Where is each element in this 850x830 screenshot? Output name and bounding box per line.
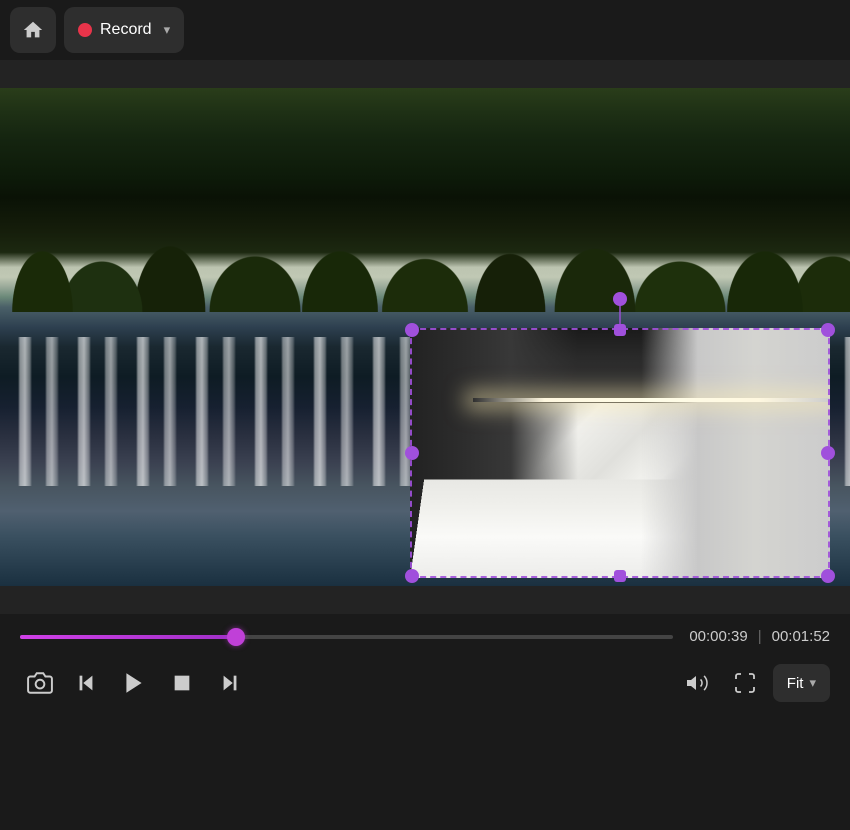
step-back-icon <box>75 672 97 694</box>
home-button[interactable] <box>10 7 56 53</box>
video-area <box>0 88 850 586</box>
progress-fill <box>20 635 236 639</box>
current-time: 00:00:39 <box>689 628 747 645</box>
play-icon <box>121 670 147 696</box>
step-forward-button[interactable] <box>208 661 252 705</box>
handle-bottom-left[interactable] <box>405 569 419 583</box>
progress-thumb[interactable] <box>227 628 245 646</box>
volume-button[interactable] <box>677 663 717 703</box>
pip-scene <box>410 328 830 578</box>
handle-mid-right[interactable] <box>821 446 835 460</box>
stop-icon <box>171 672 193 694</box>
controls-area: 00:00:39 | 00:01:52 <box>0 614 850 715</box>
step-forward-icon <box>219 672 241 694</box>
trees-overlay <box>0 88 850 312</box>
handle-top-right[interactable] <box>821 323 835 337</box>
top-stem-handle[interactable] <box>613 292 627 306</box>
room-wall-right <box>641 328 830 578</box>
time-display: 00:00:39 | 00:01:52 <box>689 628 830 645</box>
handle-mid-left[interactable] <box>405 446 419 460</box>
transport-right: Fit ▾ <box>677 663 830 703</box>
record-dot-icon <box>78 23 92 37</box>
fullscreen-icon <box>733 671 757 695</box>
step-back-button[interactable] <box>64 661 108 705</box>
record-chevron-icon: ▾ <box>164 22 171 38</box>
transport-row: Fit ▾ <box>20 661 830 705</box>
fullscreen-button[interactable] <box>725 663 765 703</box>
record-label: Record <box>100 21 152 39</box>
stop-button[interactable] <box>160 661 204 705</box>
room-light-strip <box>473 398 830 402</box>
volume-icon <box>685 671 709 695</box>
fit-label: Fit <box>787 675 804 692</box>
time-divider: | <box>758 628 762 645</box>
progress-track[interactable] <box>20 635 673 639</box>
fit-dropdown[interactable]: Fit ▾ <box>773 664 830 702</box>
total-time: 00:01:52 <box>772 628 830 645</box>
handle-bottom-right[interactable] <box>821 569 835 583</box>
home-icon <box>22 19 44 41</box>
handle-top-mid[interactable] <box>614 324 626 336</box>
top-bar: Record ▾ <box>0 0 850 60</box>
progress-row: 00:00:39 | 00:01:52 <box>20 628 830 645</box>
record-button[interactable]: Record ▾ <box>64 7 184 53</box>
camera-icon <box>27 670 53 696</box>
transport-left <box>20 661 252 705</box>
toolbar-strip <box>0 60 850 88</box>
bottom-gray-bar <box>0 586 850 614</box>
snapshot-button[interactable] <box>20 663 60 703</box>
fit-chevron-icon: ▾ <box>809 675 816 691</box>
play-button[interactable] <box>112 661 156 705</box>
handle-top-left[interactable] <box>405 323 419 337</box>
handle-bottom-mid[interactable] <box>614 570 626 582</box>
pip-video <box>410 328 830 578</box>
